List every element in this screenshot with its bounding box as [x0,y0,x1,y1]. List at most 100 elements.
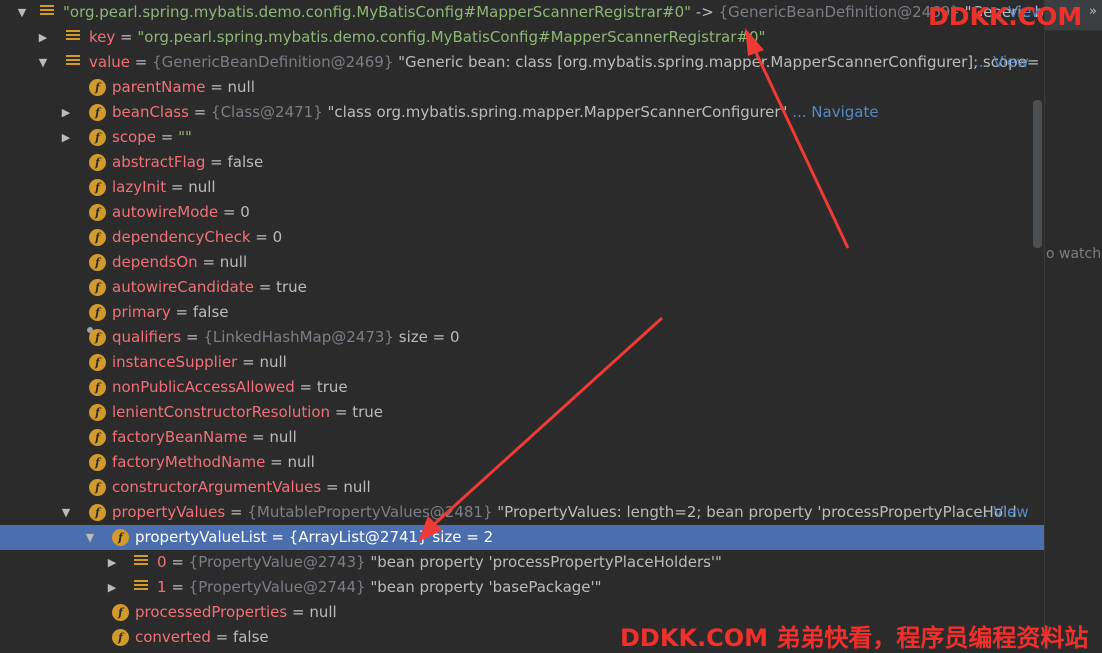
tree-row[interactable]: ▶ key = "org.pearl.spring.mybatis.demo.co… [0,25,1044,50]
expand-icon[interactable]: ▶ [59,100,73,125]
field-icon: f [112,629,129,646]
variable-value: true [276,278,307,296]
variables-tree: ▼ "org.pearl.spring.mybatis.demo.config.M… [0,0,1044,647]
collapse-icon[interactable]: ▼ [36,50,50,75]
tree-row-text: "org.pearl.spring.mybatis.demo.config.My… [63,0,1044,25]
expand-icon[interactable]: ▶ [36,25,50,50]
variable-value: true [352,403,383,421]
field-icon: f [89,79,106,96]
tree-row-text: nonPublicAccessAllowed = true [112,375,348,400]
view-link[interactable]: ... View [974,500,1029,525]
variable-name: 0 [157,553,167,571]
variable-value: null [219,253,248,271]
view-link[interactable]: ... View [974,50,1029,75]
variable-value: null [188,178,216,196]
tree-row[interactable]: f factoryBeanName = null [0,425,1044,450]
tree-row-text: scope = "" [112,125,192,150]
tree-row[interactable]: f autowireMode = 0 [0,200,1044,225]
variable-name: instanceSupplier [112,353,238,371]
field-icon: f [89,479,106,496]
collapse-icon[interactable]: ▼ [59,500,73,525]
variable-name: scope [112,128,156,146]
equals-sign: -> [691,3,719,21]
variable-name: converted [135,628,211,646]
tree-row[interactable]: ▼ "org.pearl.spring.mybatis.demo.config.M… [0,0,1044,25]
field-icon: f [89,504,106,521]
tree-row[interactable]: f dependencyCheck = 0 [0,225,1044,250]
variable-value: true [316,378,348,396]
field-icon: f [112,529,129,546]
collapse-icon[interactable]: ▼ [83,525,97,550]
tree-row[interactable]: ▶ f scope = "" [0,125,1044,150]
field-icon: f [89,454,106,471]
tree-row[interactable]: f qualifiers = {LinkedHashMap@2473} size … [0,325,1044,350]
tree-row[interactable]: f lenientConstructorResolution = true [0,400,1044,425]
vertical-scrollbar[interactable] [1033,100,1042,248]
variable-value: 0 [240,203,250,221]
tree-row[interactable]: ▶ 0 = {PropertyValue@2743} "bean property… [0,550,1044,575]
tree-row[interactable]: ▼ f propertyValues = {MutablePropertyValue… [0,500,1044,525]
variable-value: size = 0 [393,328,460,346]
field-icon: f [89,229,106,246]
equals-sign: = [181,328,204,346]
object-reference: {GenericBeanDefinition@2469} [152,53,394,71]
field-icon: f [89,279,106,296]
equals-sign: = [197,253,220,271]
variable-value: null [259,353,287,371]
tree-row-text: value = {GenericBeanDefinition@2469} "Ge… [89,50,1039,75]
field-icon: f [112,604,129,621]
tree-row[interactable]: f nonPublicAccessAllowed = true [0,375,1044,400]
tree-row[interactable]: f primary = false [0,300,1044,325]
variable-name: propertyValueList [135,528,267,546]
tree-row-text: lazyInit = null [112,175,216,200]
tree-row[interactable]: f parentName = null [0,75,1044,100]
tree-row[interactable]: f autowireCandidate = true [0,275,1044,300]
variable-value: "Generic bean: class [org.mybatis.spring… [393,53,1040,71]
overflow-icon[interactable]: » [1089,4,1097,19]
equals-sign: = [237,353,260,371]
equals-sign: = [266,528,289,546]
object-reference: {ArrayList@2741} [288,528,428,546]
tree-row-text: primary = false [112,300,229,325]
field-icon: f [89,129,106,146]
tree-row-text: factoryBeanName = null [112,425,297,450]
tree-row-text: converted = false [135,625,269,647]
variable-name: autowireMode [112,203,219,221]
object-reference: {PropertyValue@2743} [188,553,366,571]
tree-row[interactable]: f dependsOn = null [0,250,1044,275]
tree-row[interactable]: f instanceSupplier = null [0,350,1044,375]
equals-sign: = [321,478,344,496]
field-icon: f [89,154,106,171]
object-reference: {Class@2471} [211,103,323,121]
tree-row[interactable]: ▼ value = {GenericBeanDefinition@2469} "G… [0,50,1044,75]
variable-name: qualifiers [112,328,182,346]
tree-row[interactable]: ▶ 1 = {PropertyValue@2744} "bean property… [0,575,1044,600]
navigate-link[interactable]: ... Navigate [787,103,878,121]
equals-sign: = [218,203,241,221]
watermark-bottom: DDKK.COM 弟弟快看，程序员编程资料站 [620,624,1089,652]
collapse-icon[interactable]: ▼ [15,0,29,25]
tree-row[interactable]: ▼ f propertyValueList = {ArrayList@2741} s… [0,525,1044,550]
variable-value: 0 [272,228,283,246]
equals-sign: = [205,78,228,96]
field-icon: f [89,304,106,321]
variable-value: null [269,428,297,446]
expand-icon[interactable]: ▶ [59,125,73,150]
field-icon: f [89,104,106,121]
tree-row[interactable]: ▶ f beanClass = {Class@2471} "class org.my… [0,100,1044,125]
side-panel: » [1044,0,1102,647]
tree-row-text: parentName = null [112,75,255,100]
variable-name: dependencyCheck [112,228,251,246]
equals-sign: = [210,628,233,646]
expand-icon[interactable]: ▶ [105,550,119,575]
variable-name: nonPublicAccessAllowed [112,378,295,396]
tree-row[interactable]: f lazyInit = null [0,175,1044,200]
expand-icon[interactable]: ▶ [105,575,119,600]
tree-row[interactable]: f factoryMethodName = null [0,450,1044,475]
tree-row-text: propertyValues = {MutablePropertyValues@… [112,500,1017,525]
equals-sign: = [166,553,189,571]
tree-row[interactable]: f constructorArgumentValues = null [0,475,1044,500]
equals-sign: = [287,603,310,621]
tree-row-text: beanClass = {Class@2471} "class org.myba… [112,100,879,125]
tree-row[interactable]: f abstractFlag = false [0,150,1044,175]
